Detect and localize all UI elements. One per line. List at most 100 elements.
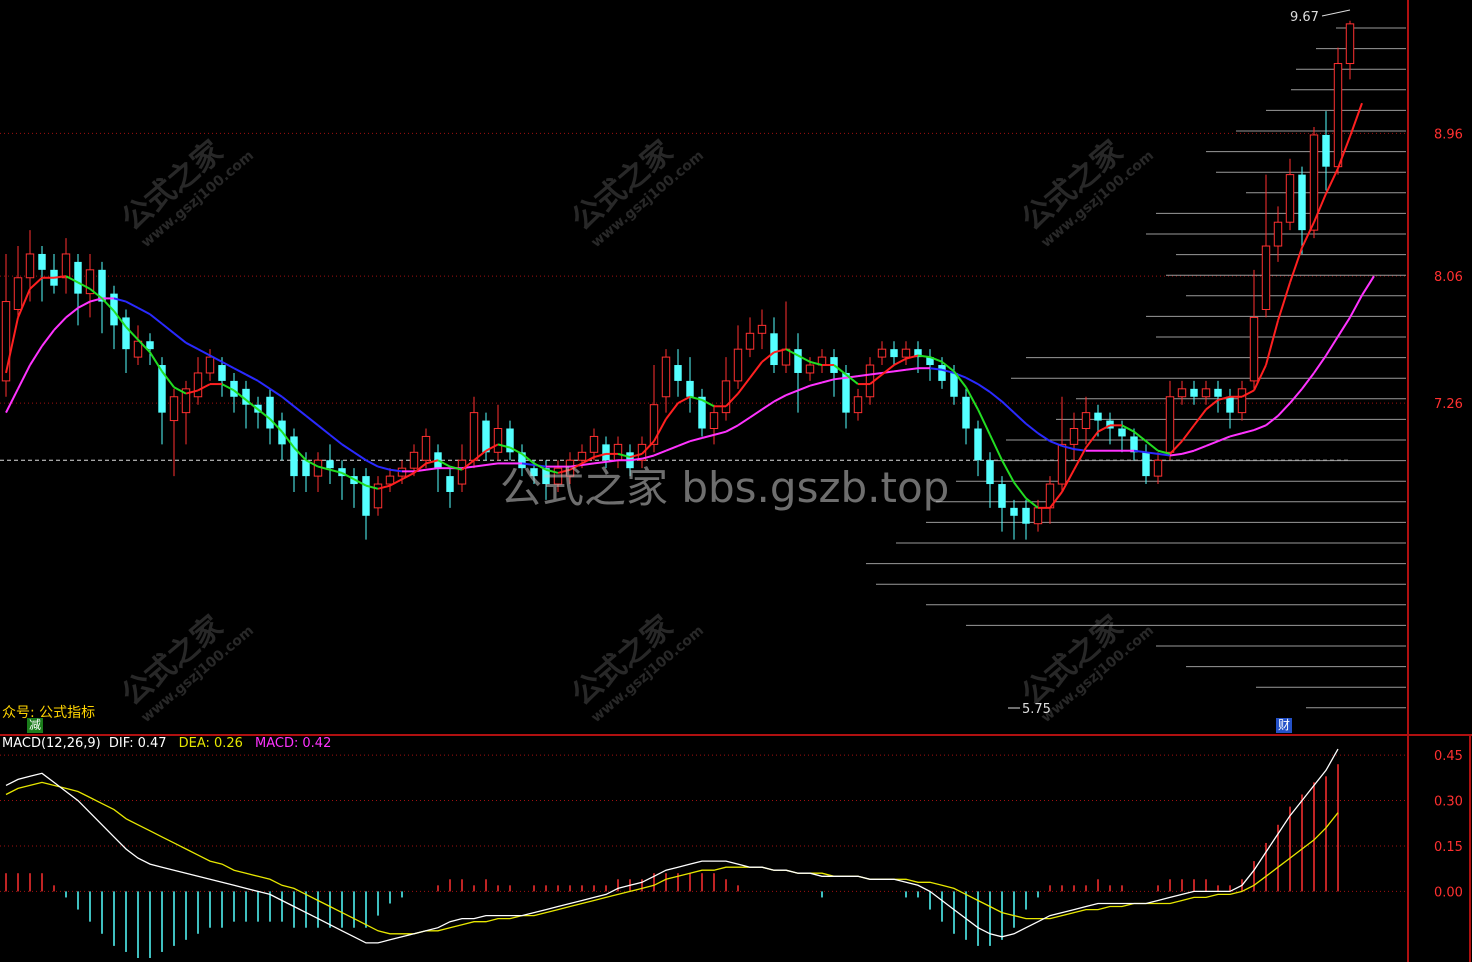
ma-slow-segment <box>305 415 319 427</box>
ma-slow-segment <box>965 376 979 385</box>
ma-slow-segment <box>365 459 379 468</box>
candle-body-up <box>1249 316 1259 382</box>
price-tick-label: 7.26 <box>1434 397 1463 412</box>
ma-fast-segment <box>1013 481 1027 499</box>
macd-indicator-label: MACD(12,26,9) DIF: 0.47 DEA: 0.26 MACD: 0.4… <box>2 736 335 751</box>
ma-slow-segment <box>41 329 55 347</box>
ma-fast-segment <box>1193 408 1207 426</box>
ma-slow-segment <box>1049 440 1063 447</box>
macd-label: MACD: <box>255 736 299 751</box>
candle-body-down <box>1214 388 1222 397</box>
volume-profile <box>866 27 1406 709</box>
candle-body-down <box>674 365 682 381</box>
candle-body-up <box>205 356 215 374</box>
ma-fast-segment <box>989 434 1003 461</box>
candle-body-up <box>1057 443 1067 485</box>
high-price-label: 9.67 <box>1290 10 1319 25</box>
ma-slow-segment <box>5 388 19 414</box>
candle-body-up <box>853 396 863 414</box>
candle-body-down <box>974 428 982 461</box>
candle-body-down <box>770 333 778 366</box>
candle-body-up <box>1069 428 1079 445</box>
candle-body-down <box>38 253 46 270</box>
signal-badge-right: 财 <box>1276 718 1293 733</box>
candle-body-down <box>1190 388 1198 397</box>
candle-body-up <box>733 348 743 382</box>
candle-body-up <box>1081 412 1091 430</box>
candle-body-down <box>686 380 694 397</box>
candle-body-up <box>901 348 911 358</box>
candle-body-up <box>1033 507 1043 525</box>
ma-slow-segment <box>713 430 727 436</box>
watermark-main: 公式之家 bbs.gszb.top <box>500 463 950 512</box>
candle-body-up <box>1333 63 1343 168</box>
ma-slow-segment <box>1229 432 1243 438</box>
ma-slow-segment <box>665 445 679 452</box>
candle-body-down <box>266 396 274 429</box>
ma-slow-segment <box>485 462 499 466</box>
ma-fast-segment <box>149 351 163 372</box>
ma-slow-segment <box>257 380 271 390</box>
candle-body-up <box>1261 245 1271 310</box>
ma-slow-segment <box>125 300 139 309</box>
ma-fast-segment <box>1265 320 1279 366</box>
ma-fast-segment <box>1001 459 1015 483</box>
ma-slow-segment <box>149 313 163 325</box>
high-price-pointer <box>1321 9 1351 17</box>
ma-fast-segment <box>1289 247 1303 283</box>
candle-body-down <box>1010 507 1018 516</box>
candle-body-up <box>709 412 719 430</box>
macd-gridlines <box>0 754 1408 892</box>
candle-body-down <box>290 436 298 477</box>
candle-body-down <box>1298 174 1306 231</box>
ma-fast-segment <box>677 395 691 405</box>
ma-slow-segment <box>473 464 487 468</box>
ma-slow-segment <box>1169 452 1183 457</box>
candle-body-up <box>1177 388 1187 398</box>
ma-slow-segment <box>1337 316 1351 338</box>
candle-body-down <box>998 484 1006 508</box>
ma-slow-segment <box>1361 275 1375 296</box>
candle-body-up <box>409 451 419 469</box>
dif-value: 0.47 <box>137 736 167 751</box>
ma-slow-segment <box>233 367 247 376</box>
candle-body-down <box>146 341 154 350</box>
candle-body-up <box>1165 396 1175 453</box>
ma-slow-segment <box>677 440 691 447</box>
ma-fast-segment <box>665 402 679 420</box>
dea-label: DEA: <box>178 736 210 751</box>
ma-slow-segment <box>1265 415 1279 427</box>
candle-body-down <box>938 365 946 381</box>
candle-body-down <box>482 420 490 453</box>
candle-body-up <box>493 428 503 453</box>
candle-body-down <box>1226 396 1234 413</box>
candle-body-down <box>794 349 802 373</box>
ma-slow-segment <box>185 341 199 351</box>
candle-body-down <box>1118 428 1126 437</box>
ma-slow-segment <box>773 394 787 403</box>
candle-body-up <box>1201 388 1211 398</box>
macd-tick-label: 0.45 <box>1434 749 1463 764</box>
candle-body-up <box>469 412 479 461</box>
ma-fast-segment <box>893 357 907 366</box>
dea-value: 0.26 <box>213 736 243 751</box>
ma-slow-segment <box>245 373 259 382</box>
ma-slow-segment <box>317 424 331 436</box>
ma-slow-segment <box>1313 354 1327 374</box>
candle-body-up <box>1285 174 1295 223</box>
candle-body-up <box>745 332 755 350</box>
price-tick-label: 8.96 <box>1434 127 1463 142</box>
ma-slow-segment <box>893 368 907 373</box>
ma-slow-segment <box>821 378 835 384</box>
ma-slow-segment <box>1349 294 1363 318</box>
candle-body-up <box>169 396 179 422</box>
ma-slow-segment <box>797 384 811 392</box>
ma-slow-segment <box>161 322 175 335</box>
candle-body-down <box>446 476 454 492</box>
ma-slow-segment <box>701 433 715 439</box>
ma-slow-segment <box>377 465 391 471</box>
ma-fast-segment <box>1181 424 1195 442</box>
ma-slow-segment <box>1205 440 1219 447</box>
axis-labels: 8.96 8.06 7.26 0.45 0.30 0.15 0.00 <box>1434 127 1463 900</box>
ma-fast-segment <box>1145 440 1159 452</box>
